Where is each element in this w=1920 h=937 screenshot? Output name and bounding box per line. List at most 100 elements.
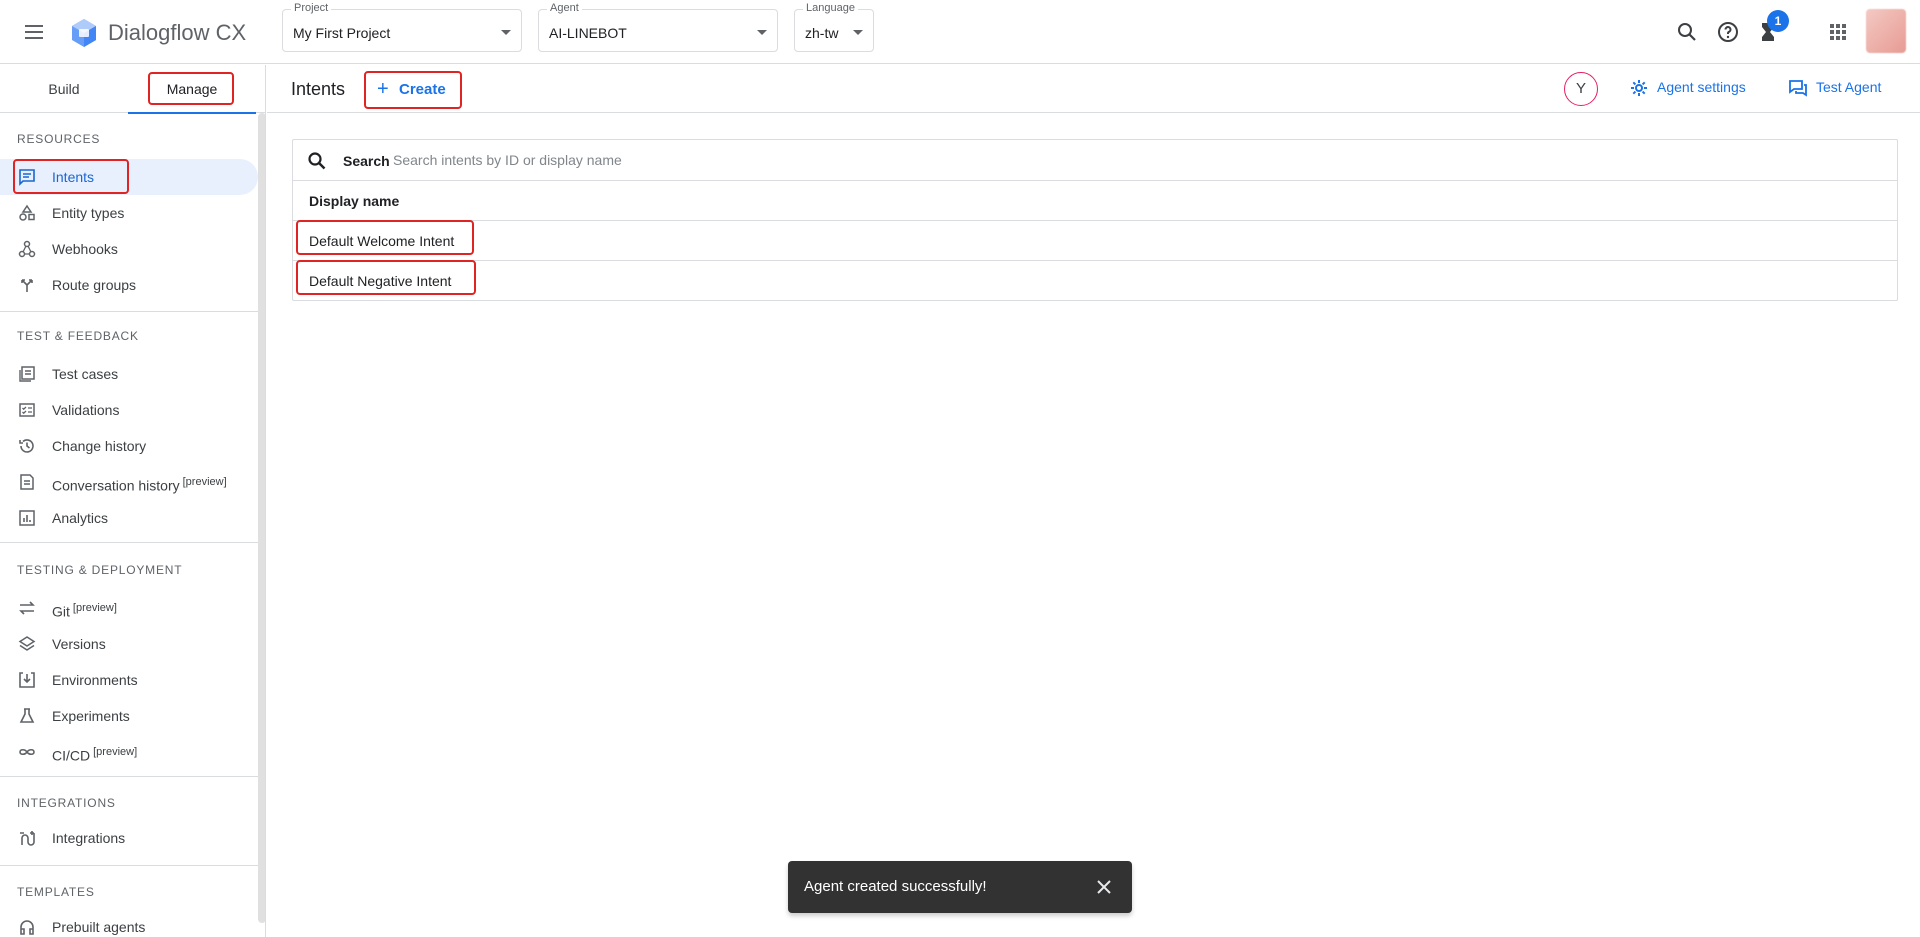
sidebar-item-label: Prebuilt agents [52,919,146,935]
test-cases-icon [18,365,36,383]
search-input[interactable] [393,149,1093,171]
search-icon [307,151,327,171]
sidebar-item-label: Integrations [52,830,126,846]
language-select-label: Language [803,2,858,14]
sidebar-item-text: Conversation history [52,477,180,494]
sidebar-item-label: Validations [52,402,120,418]
table-header: Display name [293,181,1897,221]
sidebar-item-label: Experiments [52,708,130,724]
user-avatar[interactable]: Y [1564,72,1598,106]
integrations-icon [18,829,36,847]
preview-tag: [preview] [72,602,117,614]
language-select[interactable]: Language zh-tw [794,2,874,52]
agent-select[interactable]: Agent AI-LINEBOT [538,2,778,52]
snackbar-message: Agent created successfully! [804,878,987,895]
sidebar-item-webhooks[interactable]: Webhooks [0,231,258,267]
sidebar-item-label: Conversation history [preview] [52,476,227,494]
sidebar-divider [0,865,258,866]
create-button-label: Create [399,81,446,98]
sidebar-item-cicd[interactable]: CI/CD [preview] [0,734,258,770]
project-select-value: My First Project [293,25,391,41]
agent-settings-label: Agent settings [1657,79,1746,95]
analytics-icon [18,509,36,527]
section-title-resources: RESOURCES [17,132,101,146]
sidebar-item-analytics[interactable]: Analytics [0,500,258,536]
sidebar-item-label: Analytics [52,510,109,526]
intents-table: Search Display name Default Welcome Inte… [292,139,1898,301]
table-row[interactable]: Default Negative Intent [293,261,1897,301]
sidebar-item-route-groups[interactable]: Route groups [0,267,258,303]
table-row[interactable]: Default Welcome Intent [293,221,1897,261]
sidebar-scrollbar[interactable] [258,113,265,923]
sidebar-item-change-history[interactable]: Change history [0,428,258,464]
route-groups-icon [18,276,36,294]
sidebar-divider [0,311,258,312]
sidebar-item-entity-types[interactable]: Entity types [0,195,258,231]
sidebar-divider [0,542,258,543]
sidebar-item-intents[interactable]: Intents [0,159,258,195]
cicd-icon [18,743,36,761]
sidebar-item-label: Environments [52,672,138,688]
sidebar-item-label: Webhooks [52,241,118,257]
section-title-templates: TEMPLATES [17,885,95,899]
preview-tag: [preview] [182,476,227,488]
test-agent-button[interactable]: Test Agent [1788,79,1898,99]
experiments-icon [18,707,36,725]
sidebar-item-label: Intents [52,169,95,185]
page-title: Intents [291,79,346,99]
help-icon[interactable] [1716,20,1740,44]
history-icon [18,437,36,455]
project-select[interactable]: Project My First Project [282,2,522,52]
top-app-bar: Dialogflow CX Project My First Project A… [0,0,1920,64]
close-icon[interactable] [1094,877,1114,897]
language-select-value: zh-tw [805,25,839,41]
intent-name[interactable]: Default Negative Intent [309,273,451,289]
app-title: Dialogflow CX [108,20,247,45]
sidebar-item-label: Entity types [52,205,125,221]
sidebar-item-label: Versions [52,636,106,652]
column-header-display-name[interactable]: Display name [309,193,399,209]
hamburger-menu-icon[interactable] [22,20,46,44]
section-title-testing-deployment: TESTING & DEPLOYMENT [17,563,183,577]
tab-build[interactable]: Build [0,65,128,113]
environments-icon [18,671,36,689]
search-icon[interactable] [1675,20,1699,44]
sidebar-item-conversation-history[interactable]: Conversation history [preview] [0,464,258,500]
project-select-label: Project [291,2,332,14]
tab-manage[interactable]: Manage [128,65,256,114]
sidebar-item-prebuilt-agents[interactable]: Prebuilt agents [0,909,258,937]
search-label: Search [343,153,390,169]
chevron-down-icon [853,30,863,35]
search-bar: Search [293,140,1897,181]
validations-icon [18,401,36,419]
sidebar-item-validations[interactable]: Validations [0,392,258,428]
dialogflow-logo-icon [70,18,98,48]
chat-icon [1789,80,1807,97]
apps-grid-icon[interactable] [1826,20,1850,44]
snackbar: Agent created successfully! [788,861,1132,913]
agent-settings-button[interactable]: Agent settings [1629,79,1769,99]
sidebar-item-environments[interactable]: Environments [0,662,258,698]
gear-icon [1631,80,1647,96]
sidebar-item-experiments[interactable]: Experiments [0,698,258,734]
sidebar-divider [0,776,258,777]
sidebar-item-label: Route groups [52,277,137,293]
create-intent-button[interactable]: + Create [367,73,459,105]
versions-icon [18,635,36,653]
git-icon [18,599,36,617]
sidebar-item-test-cases[interactable]: Test cases [0,356,258,392]
conversation-history-icon [18,473,36,491]
sidebar-tabs: Build Manage [0,65,265,114]
sidebar-item-versions[interactable]: Versions [0,626,258,662]
sidebar-item-label: Change history [52,438,147,454]
sidebar-item-git[interactable]: Git [preview] [0,590,258,626]
sidebar-item-integrations[interactable]: Integrations [0,820,258,856]
page-header: Intents + Create Y Agent settings Test A… [267,65,1920,113]
preview-tag: [preview] [93,746,138,758]
account-avatar[interactable] [1866,9,1906,53]
section-title-test-feedback: TEST & FEEDBACK [17,329,139,343]
notification-badge: 1 [1767,10,1789,32]
intent-name[interactable]: Default Welcome Intent [309,233,454,249]
entity-types-icon [18,204,36,222]
webhooks-icon [18,240,36,258]
